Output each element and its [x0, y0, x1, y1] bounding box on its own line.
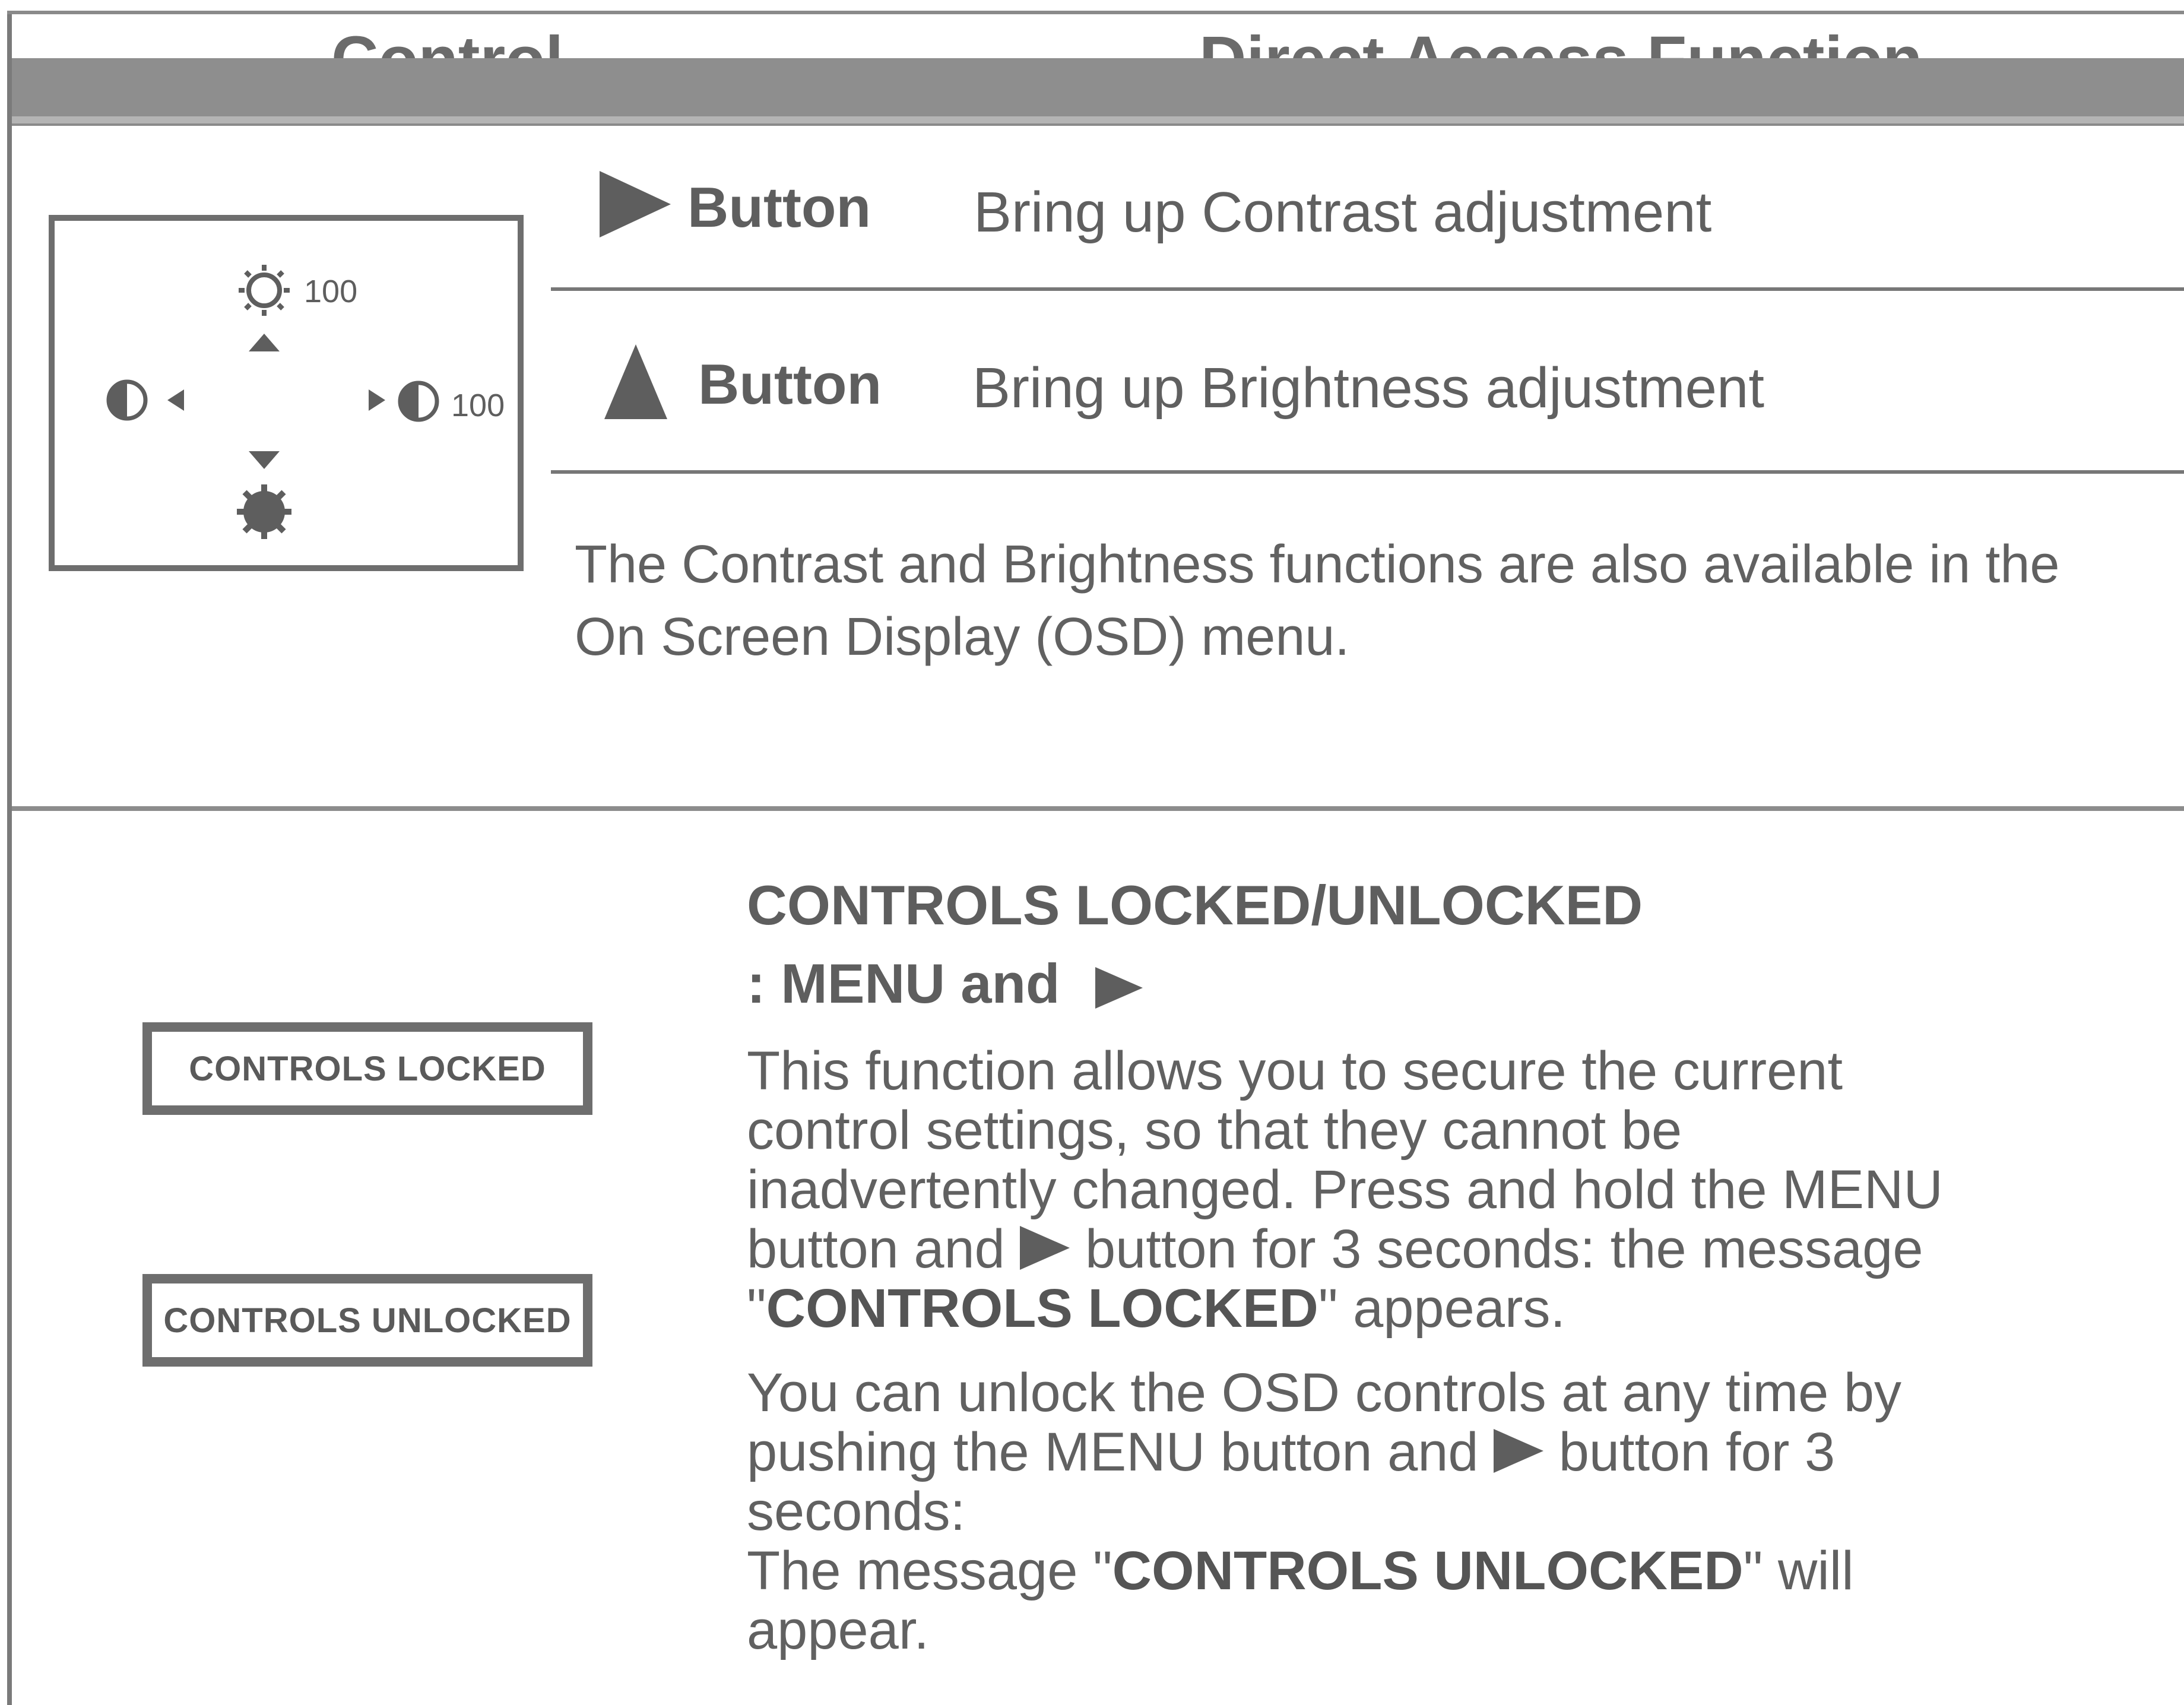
- table-header: Control Direct Access Function: [12, 14, 2184, 62]
- unlock-paragraph: You can unlock the OSD controls at any t…: [747, 1363, 1901, 1660]
- para-line: The message "CONTROLS UNLOCKED" will: [747, 1541, 1901, 1601]
- controls-locked-text: CONTROLS LOCKED: [189, 1049, 546, 1088]
- right-button-label: Button: [687, 176, 871, 239]
- para-fragment: " appears.: [1318, 1278, 1566, 1339]
- right-triangle-icon: [1020, 1226, 1070, 1270]
- para-line: pushing the MENU button and button for 3: [747, 1422, 1901, 1482]
- header-bar-line: [12, 123, 2184, 126]
- osd-preview: 100 100: [49, 215, 524, 571]
- right-triangle-icon: [600, 171, 671, 237]
- para-line: This function allows you to secure the c…: [747, 1041, 1843, 1101]
- left-arrow-icon: [167, 389, 184, 411]
- header-bar-edge: [12, 116, 2184, 123]
- locked-emphasis: CONTROLS LOCKED: [766, 1278, 1318, 1339]
- para-fragment: button for 3 seconds: the message: [1085, 1219, 1923, 1279]
- brightness-description: Bring up Brightness adjustment: [972, 356, 1765, 420]
- up-arrow-icon: [249, 334, 280, 351]
- manual-page: Control Direct Access Function 100 100 B…: [0, 0, 2184, 1705]
- row-divider: [551, 287, 2184, 291]
- unlocked-emphasis: CONTROLS UNLOCKED: [1112, 1541, 1744, 1601]
- sun-outline-icon: [239, 265, 290, 316]
- subtitle-text: : MENU and: [747, 952, 1060, 1015]
- para-fragment: button for 3: [1558, 1422, 1836, 1482]
- lock-paragraph: This function allows you to secure the c…: [747, 1041, 1943, 1338]
- para-line: You can unlock the OSD controls at any t…: [747, 1362, 1901, 1423]
- controls-lock-subtitle: : MENU and: [747, 956, 1143, 1012]
- header-control-label: Control: [331, 23, 564, 62]
- controls-unlocked-message: CONTROLS UNLOCKED: [142, 1274, 592, 1367]
- para-line: "CONTROLS LOCKED" appears.: [747, 1279, 1943, 1338]
- quote-mark: ": [747, 1278, 766, 1339]
- page-frame-left: [7, 11, 12, 1705]
- para-fragment: button and: [747, 1219, 1005, 1279]
- para-line: button and button for 3 seconds: the mes…: [747, 1219, 1943, 1279]
- brightness-value: 100: [304, 274, 358, 309]
- header-bar: [12, 58, 2184, 116]
- row-divider: [551, 470, 2184, 474]
- para-fragment: " will: [1743, 1541, 1854, 1601]
- controls-locked-message: CONTROLS LOCKED: [142, 1022, 592, 1115]
- sun-filled-icon: [237, 484, 291, 539]
- up-triangle-icon: [604, 344, 667, 419]
- section-divider: [12, 806, 2184, 811]
- right-arrow-icon: [369, 389, 385, 411]
- contrast-description: Bring up Contrast adjustment: [974, 180, 1712, 244]
- up-button-label: Button: [698, 353, 882, 416]
- para-line: seconds:: [747, 1481, 966, 1542]
- para-line: appear.: [747, 1600, 929, 1660]
- osd-icons: [106, 265, 439, 539]
- para-line: control settings, so that they cannot be: [747, 1100, 1682, 1161]
- note-line: The Contrast and Brightness functions ar…: [575, 535, 2060, 594]
- para-fragment: pushing the MENU button and: [747, 1422, 1479, 1482]
- para-line: inadvertently changed. Press and hold th…: [747, 1159, 1943, 1220]
- osd-note: The Contrast and Brightness functions ar…: [575, 528, 2059, 673]
- controls-unlocked-text: CONTROLS UNLOCKED: [163, 1301, 572, 1340]
- contrast-icon: [398, 381, 439, 422]
- header-function-label: Direct Access Function: [1199, 23, 1923, 62]
- down-arrow-icon: [249, 451, 280, 469]
- contrast-icon: [106, 379, 148, 421]
- right-triangle-icon: [1095, 967, 1143, 1009]
- note-line: On Screen Display (OSD) menu.: [575, 607, 1350, 667]
- contrast-value: 100: [451, 388, 505, 423]
- para-fragment: The message ": [747, 1541, 1112, 1601]
- controls-lock-title: CONTROLS LOCKED/UNLOCKED: [747, 874, 1643, 936]
- right-triangle-icon: [1494, 1429, 1544, 1473]
